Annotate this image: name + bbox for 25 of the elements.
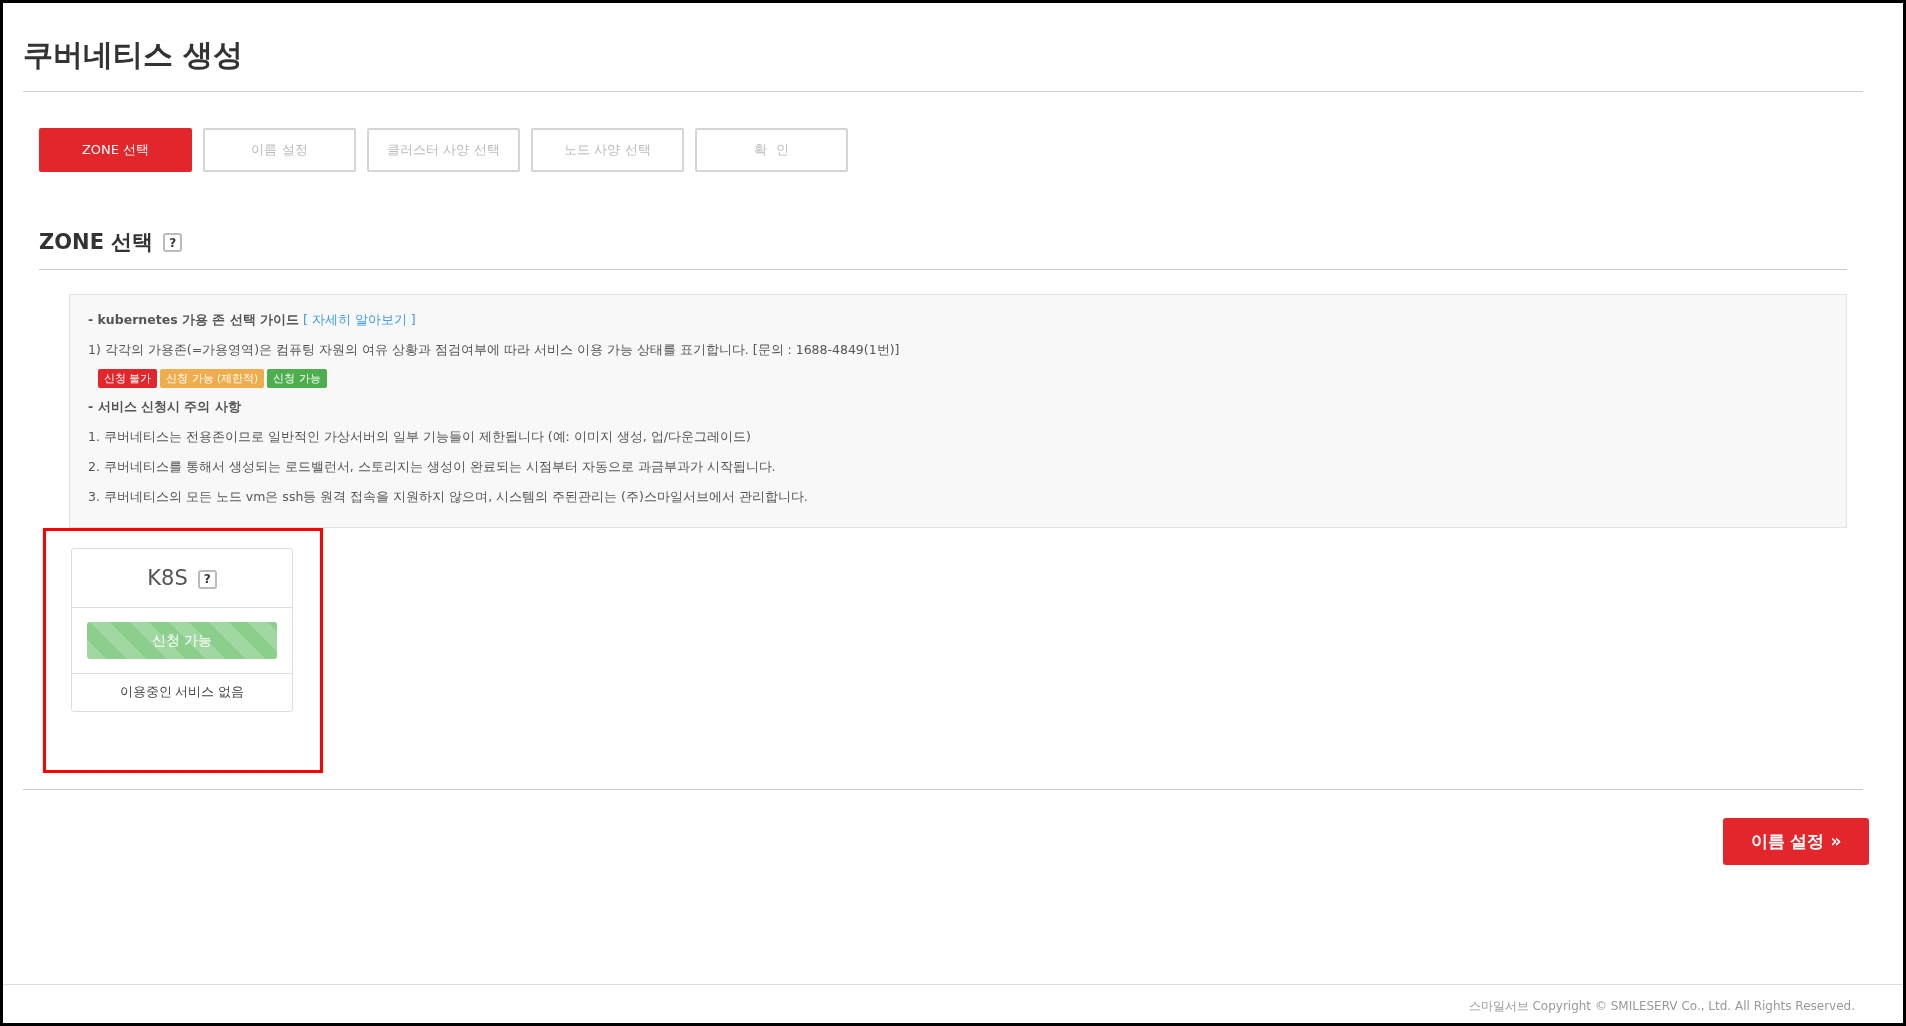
notice-text: 1. 쿠버네티스는 전용존이므로 일반적인 가상서버의 일부 기능들이 제한됩니다 (예: 이미지 생성, 업/다운그레이드) xyxy=(88,428,752,447)
guide-heading: - kubernetes 가용 존 선택 가이드 [ 자세히 알아보기 ] xyxy=(88,311,417,330)
step-tab[interactable]: 노드 사양 선택 xyxy=(531,128,684,172)
section-title: ZONE 선택 xyxy=(39,230,154,256)
notice-text: 3. 쿠버네티스의 모든 노드 vm은 ssh등 원격 접속을 지원하지 않으며, 시스템의 주된관리는 (주)스마일서브에서 관리합니다. xyxy=(88,487,809,506)
step-tab[interactable]: 확 인 xyxy=(695,128,848,172)
step-tab[interactable]: 클러스터 사양 선택 xyxy=(367,128,520,172)
page-title: 쿠버네티스 생성 xyxy=(23,3,1863,92)
guide-description: 1) 각각의 가용존(=가용영역)은 컴퓨팅 자원의 여유 상황과 점검여부에 따라 서비스 이용 가능 상태를 표기합니다. [문의 : 1688-4849(1번)] xyxy=(88,340,901,359)
footer-copyright: 스마일서브 Copyright © SMILESERV Co., Ltd. All Rights Reserved. xyxy=(3,984,1903,1023)
help-icon[interactable]: ? xyxy=(197,569,217,589)
learn-more-link[interactable]: [ 자세히 알아보기 ] xyxy=(303,312,416,328)
step-tab[interactable]: ZONE 선택 xyxy=(39,128,192,172)
notice-heading: - 서비스 신청시 주의 사항 xyxy=(88,398,242,417)
status-legend-tag: 신청 불가 xyxy=(98,368,158,389)
apply-status-button[interactable]: 신청 가능 xyxy=(87,621,277,659)
help-icon[interactable]: ? xyxy=(163,233,183,253)
status-legend-tag: 신청 가능 xyxy=(267,368,327,389)
zone-name: K8S xyxy=(147,565,188,593)
next-button[interactable]: 이름 설정 » xyxy=(1723,818,1869,866)
usage-text: 이용중인 서비스 없음 xyxy=(118,682,246,701)
step-tab[interactable]: 이름 설정 xyxy=(203,128,356,172)
zone-card[interactable]: K8S ? 신청 가능 이용중인 서비스 없음 xyxy=(71,548,293,712)
status-legend-tag: 신청 가능 (제한적) xyxy=(160,368,265,389)
notice-text: 2. 쿠버네티스를 통해서 생성되는 로드밸런서, 스토리지는 생성이 완료되는 시점부터 자동으로 과금부과가 시작됩니다. xyxy=(88,457,777,476)
